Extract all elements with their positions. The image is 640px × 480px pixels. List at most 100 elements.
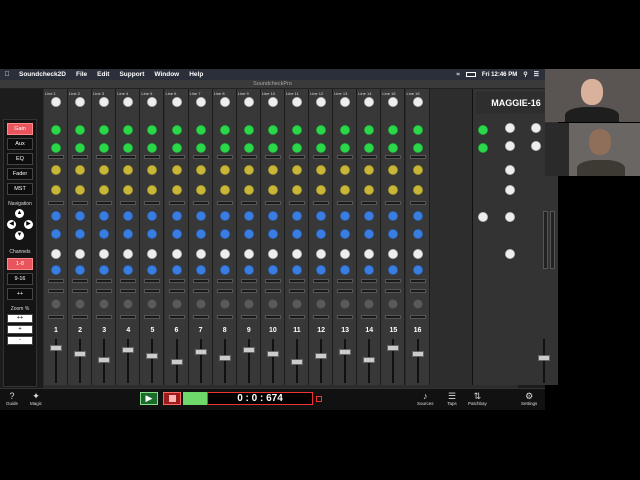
channel-bank-button[interactable]: 9-16 — [7, 273, 33, 285]
channel-switch[interactable] — [289, 201, 305, 205]
channel-switch[interactable] — [192, 279, 209, 283]
channel-switch[interactable] — [409, 155, 426, 159]
channel-switch[interactable] — [409, 315, 426, 319]
pan-knob[interactable] — [75, 299, 86, 309]
wifi-icon[interactable]: ≈ — [457, 72, 460, 78]
pan-knob[interactable] — [243, 299, 254, 309]
aux-send-knob[interactable] — [316, 185, 327, 195]
channel-switch[interactable] — [264, 289, 281, 293]
channel-switch[interactable] — [385, 289, 402, 293]
eq-knob[interactable] — [195, 229, 206, 239]
eq-knob[interactable] — [292, 265, 302, 275]
main-fader-knob[interactable] — [538, 355, 550, 361]
nav-right-icon[interactable]: ▶ — [24, 220, 33, 229]
zoom-button[interactable]: - — [7, 336, 33, 345]
pan-knob[interactable] — [364, 299, 375, 309]
channel-switch[interactable] — [385, 201, 402, 205]
aux-send-knob[interactable] — [51, 185, 61, 195]
aux-send-knob[interactable] — [99, 185, 110, 195]
channel-switch[interactable] — [313, 289, 330, 293]
aux-send-knob[interactable] — [340, 165, 351, 175]
gain-knob[interactable] — [388, 249, 399, 259]
channel-switch[interactable] — [361, 315, 378, 319]
menu-support[interactable]: Support — [114, 71, 149, 78]
aux-send-knob[interactable] — [123, 165, 134, 175]
channel-switch[interactable] — [216, 279, 233, 283]
gain-knob[interactable] — [316, 97, 327, 107]
gain-knob[interactable] — [364, 97, 375, 107]
aux-send-knob[interactable] — [388, 165, 399, 175]
eq-knob[interactable] — [412, 229, 423, 239]
channel-switch[interactable] — [216, 155, 233, 159]
channel-switch[interactable] — [144, 201, 161, 205]
channel-switch[interactable] — [337, 289, 354, 293]
pan-knob[interactable] — [316, 299, 327, 309]
gain-knob[interactable] — [243, 249, 254, 259]
gain-knob[interactable] — [99, 249, 110, 259]
channel-switch[interactable] — [313, 279, 330, 283]
channel-switch[interactable] — [361, 155, 378, 159]
channel-fader-knob[interactable] — [266, 351, 279, 357]
menu-help[interactable]: Help — [184, 71, 208, 78]
stop-button[interactable] — [163, 392, 181, 405]
aux-send-knob[interactable] — [267, 125, 278, 135]
menu-app-name[interactable]: Soundcheck2D — [14, 71, 71, 78]
pan-knob[interactable] — [51, 299, 61, 309]
aux-send-knob[interactable] — [171, 125, 182, 135]
gain-knob[interactable] — [364, 249, 375, 259]
channel-switch[interactable] — [192, 201, 209, 205]
channel-switch[interactable] — [385, 155, 402, 159]
gain-knob[interactable] — [75, 97, 86, 107]
nav-down-icon[interactable]: ▼ — [15, 231, 24, 240]
channel-switch[interactable] — [264, 155, 281, 159]
aux-send-knob[interactable] — [292, 125, 302, 135]
gain-knob[interactable] — [123, 249, 134, 259]
channel-switch[interactable] — [72, 279, 89, 283]
channel-fader-knob[interactable] — [50, 345, 62, 351]
channel-switch[interactable] — [48, 279, 64, 283]
aux-send-knob[interactable] — [316, 143, 327, 153]
channel-switch[interactable] — [120, 279, 137, 283]
channel-switch[interactable] — [337, 315, 354, 319]
eq-knob[interactable] — [219, 211, 230, 221]
gain-knob[interactable] — [292, 249, 302, 259]
eq-knob[interactable] — [243, 229, 254, 239]
aux-send-knob[interactable] — [267, 143, 278, 153]
aux-send-knob[interactable] — [51, 143, 61, 153]
view-button-mst[interactable]: MST — [7, 183, 33, 195]
gain-knob[interactable] — [412, 97, 423, 107]
eq-knob[interactable] — [340, 211, 351, 221]
channel-switch[interactable] — [144, 289, 161, 293]
settings-button[interactable]: ⚙ Settings — [521, 391, 537, 406]
eq-knob[interactable] — [51, 265, 61, 275]
channel-switch[interactable] — [361, 279, 378, 283]
pan-knob[interactable] — [171, 299, 182, 309]
aux-send-knob[interactable] — [75, 165, 86, 175]
apple-icon[interactable]:  — [0, 71, 14, 78]
eq-knob[interactable] — [123, 265, 134, 275]
pan-knob[interactable] — [99, 299, 110, 309]
channel-switch[interactable] — [168, 201, 185, 205]
channel-switch[interactable] — [264, 201, 281, 205]
aux-send-knob[interactable] — [219, 185, 230, 195]
channel-switch[interactable] — [289, 155, 305, 159]
aux-send-knob[interactable] — [219, 143, 230, 153]
pan-knob[interactable] — [340, 299, 351, 309]
nav-left-icon[interactable]: ◀ — [7, 220, 16, 229]
eq-knob[interactable] — [292, 211, 302, 221]
aux-send-knob[interactable] — [219, 165, 230, 175]
channel-switch[interactable] — [48, 289, 64, 293]
channel-switch[interactable] — [120, 155, 137, 159]
channel-fader-knob[interactable] — [122, 347, 135, 353]
eq-knob[interactable] — [340, 229, 351, 239]
channel-switch[interactable] — [240, 289, 257, 293]
aux-send-knob[interactable] — [171, 143, 182, 153]
channel-fader-knob[interactable] — [146, 353, 159, 359]
aux-send-knob[interactable] — [316, 165, 327, 175]
channel-fader-knob[interactable] — [218, 355, 231, 361]
view-button-fader[interactable]: Fader — [7, 168, 33, 180]
aux-send-knob[interactable] — [99, 143, 110, 153]
aux-send-knob[interactable] — [412, 165, 423, 175]
magic-button[interactable]: ✦ Magic — [29, 391, 43, 406]
channel-switch[interactable] — [48, 315, 64, 319]
